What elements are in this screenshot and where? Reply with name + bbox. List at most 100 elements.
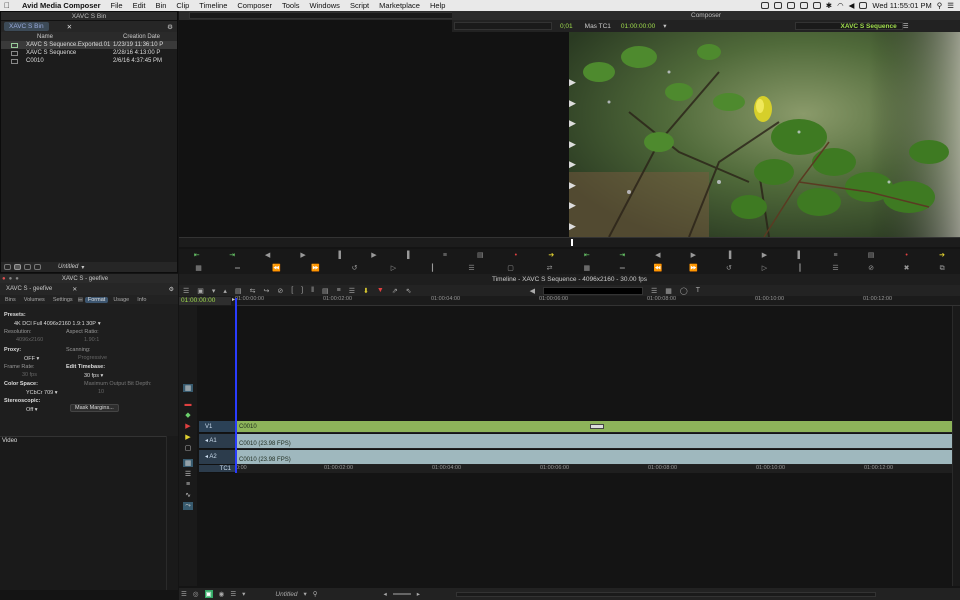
lift-segment-icon[interactable]: ⇖ (406, 287, 412, 295)
timeline-vscrollbar[interactable] (952, 306, 960, 586)
play-icon[interactable]: ▶ (760, 252, 769, 260)
step-forward-icon[interactable]: ▶ (299, 252, 308, 260)
play-in-to-out-icon[interactable]: ▷ (389, 265, 398, 273)
composer-menu-icon[interactable]: ☰ (903, 22, 909, 30)
menu-bin[interactable]: Bin (151, 1, 172, 10)
splice-icon[interactable]: ≡ (831, 252, 840, 260)
clear-marks-icon[interactable]: • (902, 252, 911, 260)
waveform-icon[interactable]: ∿ (185, 491, 191, 499)
sync-icon[interactable]: ⇄ (545, 265, 554, 273)
swap-icon[interactable]: ✖ (902, 265, 911, 273)
film-icon[interactable]: ▤ (235, 287, 242, 295)
tab-format[interactable]: Format (84, 296, 109, 303)
tab-info[interactable]: Info (134, 297, 149, 303)
track-a1-clip[interactable]: C0010 (23.98 FPS) (236, 434, 955, 449)
record-monitor-image[interactable]: ▶ ▶ ▶ ▶ ▶ ▶ ▶ ▶ (569, 32, 960, 237)
zoom-slider[interactable] (392, 593, 411, 595)
notification-icon[interactable]: ☰ (947, 1, 954, 10)
mark-out-icon[interactable]: ⇥ (228, 252, 237, 260)
go-to-out-icon[interactable]: ▐ (724, 252, 733, 260)
segment-icon[interactable]: ▦ (182, 459, 194, 467)
project-tab[interactable]: XAVC S - geefive (6, 286, 52, 292)
bin-row[interactable]: XAVC S Sequence 2/28/16 4:13:00 P (1, 49, 177, 57)
apple-icon[interactable]:  (0, 1, 14, 10)
edit-timebase-value[interactable]: 30 fps ▾ (84, 372, 103, 379)
status-icon-5[interactable] (812, 2, 821, 9)
tab-volumes[interactable]: Volumes (21, 297, 48, 303)
source-tc-menu[interactable] (454, 22, 552, 30)
step-forward-icon[interactable]: ▶ (689, 252, 698, 260)
grid-icon[interactable]: ▦ (665, 287, 672, 295)
close-icon[interactable]: ✕ (72, 286, 77, 293)
add-marker-icon[interactable]: ⬇ (363, 287, 369, 295)
play-arrow-icon[interactable]: ▶ (569, 139, 578, 150)
segment-mode-icon[interactable]: ⇗ (392, 287, 398, 295)
bin-tab[interactable]: XAVC S Bin (4, 22, 49, 31)
fast-forward-icon[interactable]: ⏩ (689, 265, 698, 273)
mix-icon[interactable]: ☰ (230, 590, 236, 598)
playhead[interactable] (235, 298, 237, 473)
mark-clip-icon[interactable]: ‖ (311, 287, 314, 294)
view-storyboard-icon[interactable] (34, 264, 41, 270)
step-back-icon[interactable]: ◀ (263, 252, 272, 260)
tab-settings[interactable]: Settings (50, 297, 76, 303)
play-arrow-icon[interactable]: ▶ (569, 77, 578, 88)
composer-tc-b[interactable]: 01:00:00:00 (621, 23, 655, 30)
composer-sequence-name[interactable]: XAVC S Sequence (841, 23, 897, 30)
sync-lock-icon[interactable]: ◆ (185, 411, 190, 419)
play-arrow-icon[interactable]: ▶ (569, 118, 578, 129)
flag-yellow-icon[interactable]: ▶ (185, 433, 190, 441)
lift-icon[interactable]: ═ (618, 265, 627, 273)
timeline-hscrollbar[interactable] (456, 591, 877, 597)
bracket-left-icon[interactable]: [ (291, 287, 293, 294)
status-icon-3[interactable] (786, 2, 795, 9)
record-position-indicator[interactable] (571, 239, 573, 246)
status-icon-1[interactable] (760, 2, 769, 9)
menu-script[interactable]: Script (345, 1, 374, 10)
tab-bins[interactable]: Bins (2, 297, 19, 303)
chevron-down-icon[interactable]: ▾ (242, 590, 245, 598)
menu-help[interactable]: Help (425, 1, 450, 10)
list-icon[interactable]: ☰ (185, 470, 191, 478)
go-to-in-icon[interactable]: ▌ (405, 252, 414, 260)
play-in-to-out-icon[interactable]: ▷ (760, 265, 769, 273)
extract-icon[interactable]: ☰ (349, 287, 355, 295)
wifi-icon[interactable]: ◠ (837, 1, 844, 10)
add-marker-icon[interactable]: ➔ (547, 252, 556, 260)
circle-icon[interactable]: ◯ (680, 287, 688, 295)
zoom-icon[interactable]: ● (15, 276, 19, 282)
extract-icon[interactable]: ☰ (831, 265, 840, 273)
menu-clip[interactable]: Clip (171, 1, 194, 10)
gear-icon[interactable]: ⚙ (169, 286, 174, 293)
no-entry-icon[interactable]: ⊘ (867, 265, 876, 273)
menu-edit[interactable]: Edit (128, 1, 151, 10)
menu-marketplace[interactable]: Marketplace (374, 1, 425, 10)
copy-icon[interactable]: ⧉ (938, 265, 947, 273)
mark-in-icon[interactable]: ⇤ (192, 252, 201, 260)
settings-scrollbar[interactable] (166, 436, 178, 590)
composer-icon[interactable]: ▢ (185, 444, 192, 452)
overwrite-icon[interactable]: ▤ (867, 252, 876, 260)
trim-icon[interactable]: ┃ (428, 265, 437, 273)
tab-usage[interactable]: Usage (110, 297, 132, 303)
track-header-tc1[interactable]: TC1 (199, 465, 235, 473)
timeline-menu-icon[interactable]: ☰ (183, 287, 189, 295)
fast-forward-icon[interactable]: ⏩ (311, 265, 320, 273)
timeline-timecode[interactable]: 01:00:00:00 (179, 297, 231, 305)
close-icon[interactable]: ● (2, 276, 6, 282)
rewind-icon[interactable]: ⏪ (653, 265, 662, 273)
chevron-down-icon[interactable]: ▾ (303, 590, 306, 598)
text-tool-icon[interactable]: T (696, 287, 700, 294)
loop-icon[interactable]: ↺ (350, 265, 359, 273)
match-frame-icon[interactable]: ▦ (582, 265, 591, 273)
play-icon[interactable]: ▶ (369, 252, 378, 260)
play-arrow-icon[interactable]: ▶ (569, 221, 578, 232)
status-icon-4[interactable] (799, 2, 808, 9)
trim-icon[interactable]: ┃ (795, 265, 804, 273)
gear-icon[interactable]: ◎ (193, 590, 199, 598)
battery-icon[interactable] (859, 2, 868, 9)
bin-col-date[interactable]: Creation Date (123, 34, 160, 40)
bin-col-name[interactable]: Name (37, 34, 123, 40)
menu-tools[interactable]: Tools (277, 1, 305, 10)
track-monitor-icon[interactable]: ▦ (182, 384, 194, 392)
